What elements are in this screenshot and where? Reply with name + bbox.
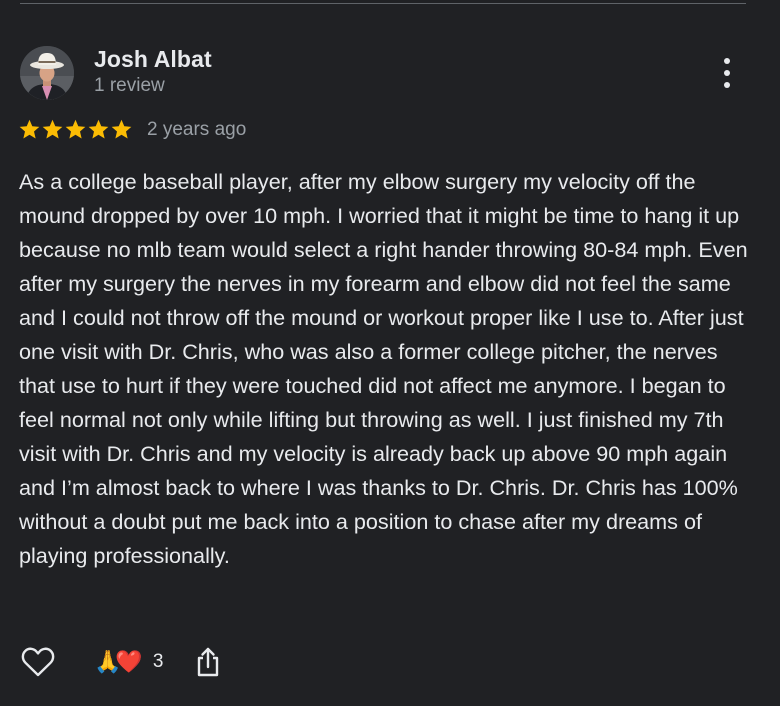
reactions-summary[interactable]: 🙏 ❤️ 3 bbox=[94, 650, 163, 674]
avatar[interactable] bbox=[20, 46, 74, 100]
star-icon bbox=[88, 119, 109, 139]
author-review-count[interactable]: 1 review bbox=[94, 75, 165, 97]
share-icon bbox=[198, 647, 219, 677]
heart-outline-icon bbox=[21, 647, 55, 677]
review-text: As a college baseball player, after my e… bbox=[19, 169, 748, 568]
more-options-button[interactable] bbox=[712, 56, 742, 90]
review-actions: 🙏 ❤️ 3 bbox=[20, 644, 223, 680]
more-vert-icon bbox=[724, 58, 730, 64]
more-vert-icon-dot bbox=[724, 70, 730, 76]
red-heart-emoji: ❤️ bbox=[115, 649, 143, 674]
star-rating bbox=[18, 118, 133, 141]
star-icon bbox=[65, 119, 86, 139]
star-icon bbox=[111, 119, 132, 139]
like-button[interactable] bbox=[20, 645, 56, 679]
divider bbox=[20, 3, 746, 4]
review-date: 2 years ago bbox=[147, 118, 247, 140]
review-card: Josh Albat 1 review 2 years ago As a col… bbox=[0, 0, 780, 706]
star-icon bbox=[42, 119, 63, 139]
rating-row: 2 years ago bbox=[18, 118, 246, 141]
author-name[interactable]: Josh Albat bbox=[94, 46, 212, 73]
avatar-image bbox=[20, 46, 74, 100]
more-vert-icon-dot bbox=[724, 82, 730, 88]
share-button[interactable] bbox=[193, 645, 223, 679]
reaction-count: 3 bbox=[152, 651, 164, 672]
star-icon bbox=[19, 119, 40, 139]
